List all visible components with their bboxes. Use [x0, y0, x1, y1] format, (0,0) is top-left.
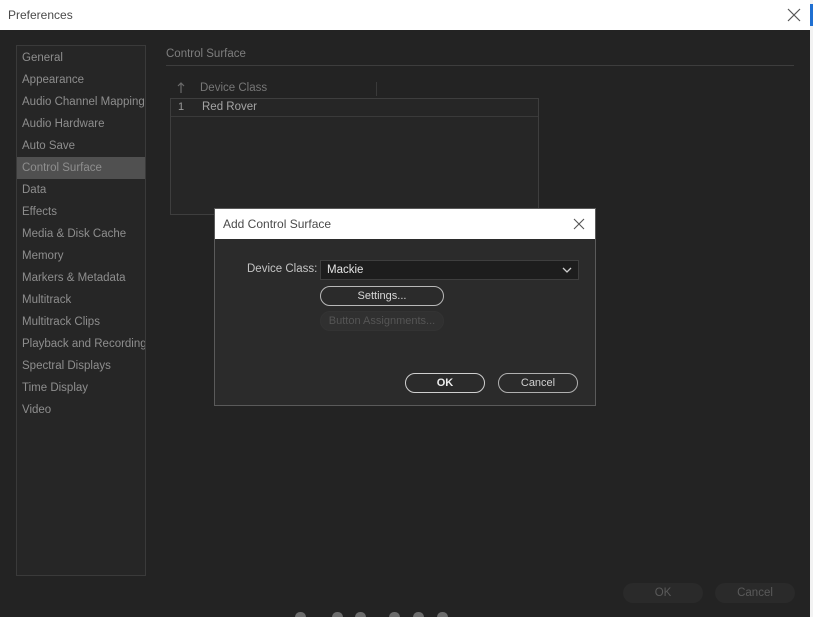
column-header-device-class[interactable]: Device Class [200, 82, 267, 94]
sidebar-item-multitrack[interactable]: Multitrack [17, 289, 145, 311]
settings-button[interactable]: Settings... [320, 286, 444, 306]
preferences-sidebar: General Appearance Audio Channel Mapping Au… [16, 45, 146, 576]
ok-button[interactable]: OK [623, 583, 703, 603]
sidebar-item-auto-save[interactable]: Auto Save [17, 135, 145, 157]
sort-up-arrow-icon[interactable] [176, 81, 186, 95]
sidebar-item-memory[interactable]: Memory [17, 245, 145, 267]
device-class-label: Device Class: [247, 263, 318, 275]
sidebar-list: General Appearance Audio Channel Mapping Au… [17, 46, 145, 421]
table-row[interactable]: 1 Red Rover [171, 99, 538, 117]
sidebar-item-time-display[interactable]: Time Display [17, 377, 145, 399]
dialog-ok-button[interactable]: OK [405, 373, 485, 393]
dialog-cancel-button[interactable]: Cancel [498, 373, 578, 393]
dialog-title-bar: Add Control Surface [215, 209, 595, 239]
column-separator [376, 82, 377, 96]
sidebar-item-control-surface[interactable]: Control Surface [17, 157, 145, 179]
button-assignments-button[interactable]: Button Assignments... [320, 311, 444, 331]
sidebar-item-audio-hardware[interactable]: Audio Hardware [17, 113, 145, 135]
sidebar-item-media-disk-cache[interactable]: Media & Disk Cache [17, 223, 145, 245]
chevron-down-icon [562, 267, 572, 273]
section-title: Control Surface [166, 48, 246, 60]
table-header: Device Class [170, 80, 538, 98]
dialog-title: Add Control Surface [223, 217, 332, 231]
sidebar-item-markers-metadata[interactable]: Markers & Metadata [17, 267, 145, 289]
window-title: Preferences [8, 8, 73, 22]
sidebar-item-data[interactable]: Data [17, 179, 145, 201]
cancel-button[interactable]: Cancel [715, 583, 795, 603]
partial-controls [295, 612, 455, 617]
sidebar-item-appearance[interactable]: Appearance [17, 69, 145, 91]
row-device-class: Red Rover [202, 101, 257, 113]
sidebar-item-audio-channel-mapping[interactable]: Audio Channel Mapping [17, 91, 145, 113]
device-class-select[interactable]: Mackie [320, 260, 579, 280]
section-divider [166, 65, 794, 66]
device-class-value: Mackie [327, 264, 364, 276]
control-surface-table: 1 Red Rover [170, 98, 539, 215]
sidebar-item-spectral-displays[interactable]: Spectral Displays [17, 355, 145, 377]
close-icon[interactable] [782, 3, 806, 27]
sidebar-item-general[interactable]: General [17, 47, 145, 69]
row-index: 1 [178, 101, 185, 113]
sidebar-item-multitrack-clips[interactable]: Multitrack Clips [17, 311, 145, 333]
window-title-bar: Preferences [0, 0, 810, 30]
sidebar-item-playback-and-recording[interactable]: Playback and Recording [17, 333, 145, 355]
sidebar-item-effects[interactable]: Effects [17, 201, 145, 223]
add-control-surface-dialog: Add Control Surface Device Class: Mackie… [214, 208, 596, 406]
sidebar-item-video[interactable]: Video [17, 399, 145, 421]
close-icon[interactable] [569, 214, 589, 234]
